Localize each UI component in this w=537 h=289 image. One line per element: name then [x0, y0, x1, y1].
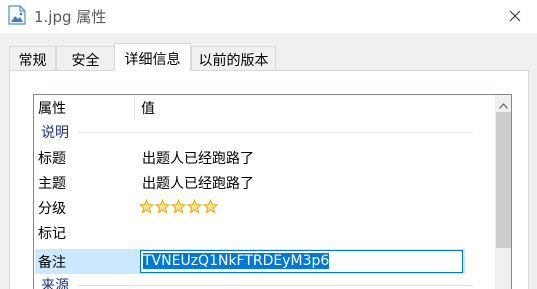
tab-label: 详细信息 [124, 52, 181, 68]
rating-stars[interactable] [139, 199, 218, 214]
image-file-icon [8, 5, 26, 25]
tab-details[interactable]: 详细信息 [114, 43, 191, 71]
star-icon[interactable] [203, 199, 218, 214]
star-icon[interactable] [139, 199, 154, 214]
scroll-thumb[interactable] [496, 112, 511, 248]
window-title: 1.jpg 属性 [34, 8, 107, 26]
tab-label: 以前的版本 [198, 53, 269, 69]
property-name-tags: 标记 [38, 226, 66, 242]
properties-window: 1.jpg 属性 常规 安全 详细信息 以前的版本 属性 值 说明 标题 出题人… [0, 0, 537, 289]
column-header-value[interactable]: 值 [141, 95, 441, 120]
vertical-scrollbar[interactable] [495, 95, 511, 289]
tab-general[interactable]: 常规 [9, 46, 56, 70]
star-icon[interactable] [187, 199, 202, 214]
group-header-origin[interactable]: 来源 [41, 275, 69, 289]
column-separator[interactable] [134, 95, 135, 120]
property-value-title[interactable]: 出题人已经跑路了 [142, 148, 254, 168]
dialog-body: 常规 安全 详细信息 以前的版本 属性 值 说明 标题 出题人已经跑路了 主题 … [0, 33, 537, 289]
star-icon[interactable] [155, 199, 170, 214]
close-icon [509, 7, 521, 26]
column-header-label: 属性 [38, 101, 66, 117]
group-divider [78, 132, 473, 133]
column-header-label: 值 [141, 101, 155, 117]
tab-label: 常规 [18, 53, 47, 69]
close-button[interactable] [492, 0, 537, 33]
scroll-up-arrow-icon [499, 95, 508, 113]
comments-edit-text: TVNEUzQ1NkFTRDEyM3p6 [143, 253, 330, 269]
group-divider [78, 285, 473, 286]
tab-label: 安全 [71, 53, 100, 69]
property-name-title: 标题 [38, 151, 66, 167]
scroll-up-button[interactable] [495, 95, 511, 113]
details-tab-panel: 属性 值 说明 标题 出题人已经跑路了 主题 出题人已经跑路了 分级 标记 备注… [9, 70, 529, 289]
title-bar[interactable]: 1.jpg 属性 [0, 0, 537, 33]
property-name-comments: 备注 [38, 255, 66, 271]
comments-edit-field[interactable]: TVNEUzQ1NkFTRDEyM3p6 [140, 250, 463, 273]
star-icon[interactable] [171, 199, 186, 214]
tab-security[interactable]: 安全 [56, 46, 115, 70]
column-header-property[interactable]: 属性 [38, 95, 134, 120]
tab-previous-versions[interactable]: 以前的版本 [191, 46, 276, 70]
details-list[interactable]: 属性 值 说明 标题 出题人已经跑路了 主题 出题人已经跑路了 分级 标记 备注… [33, 94, 512, 289]
group-header-description[interactable]: 说明 [41, 122, 69, 142]
property-value-subject[interactable]: 出题人已经跑路了 [142, 173, 254, 193]
property-name-rating: 分级 [38, 201, 66, 217]
property-name-subject: 主题 [38, 176, 66, 192]
